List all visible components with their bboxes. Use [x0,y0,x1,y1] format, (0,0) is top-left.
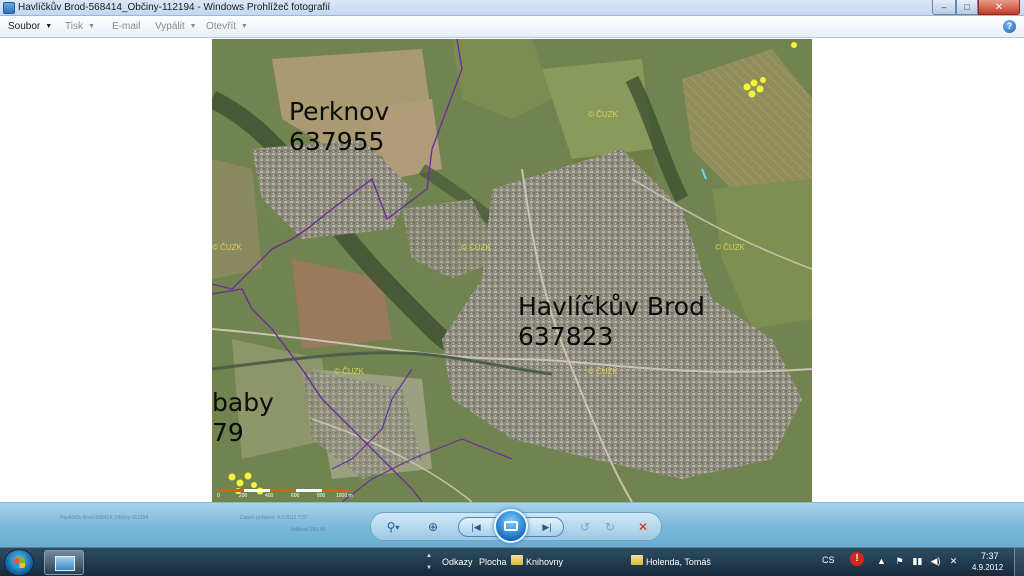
file-size-info: Velikost: 283 kB [290,527,326,533]
action-center-icon[interactable]: ⚑ [894,556,905,567]
clock-date[interactable]: 4.9.2012 [972,563,1003,572]
parcel-name: Havlíčkův Brod [518,292,705,321]
alert-icon[interactable]: ! [850,552,864,566]
parcel-code: 79 [212,418,244,447]
previous-icon: |◀ [471,521,481,532]
start-button[interactable] [4,549,34,576]
scale-tick: 0 [217,493,220,499]
chevron-down-icon: ▼ [241,23,248,30]
scale-tick: 200 [239,493,248,499]
toolbar-plocha[interactable]: Plocha [479,557,507,567]
fit-window-icon: ⊕ [427,520,439,534]
previous-button[interactable]: |◀ [467,518,485,536]
help-icon[interactable]: ? [1003,20,1016,33]
language-indicator[interactable]: CS [822,555,835,565]
scale-tick: 800 [317,493,326,499]
delete-icon: ✕ [637,520,649,534]
file-name-info: Havlíčkův Brod-568414_Občiny-112194 [60,515,149,521]
parcel-name: Perknov [289,97,390,126]
window-controls: – □ ✕ [932,0,1020,15]
watermark-cuzk: © ČUZK [588,110,618,119]
scroll-up-icon[interactable]: ▲ [425,550,433,562]
minimize-button[interactable]: – [932,0,956,15]
next-button[interactable]: ▶| [538,518,556,536]
actual-size-button[interactable]: ⊕ [424,518,442,536]
show-desktop-button[interactable] [1014,548,1024,576]
maximize-button[interactable]: □ [956,0,978,15]
chevron-down-icon: ▼ [87,23,95,30]
network-icon[interactable]: ▮▮ [912,556,923,567]
scroll-down-icon[interactable]: ▼ [425,562,433,574]
taskbar: ▲ ▼ Odkazy Plocha Knihovny Holenda, Tomá… [0,547,1024,576]
taskbar-photo-viewer[interactable] [44,550,84,575]
parcel-code: 637823 [518,322,614,351]
scale-tick: 1000 m [336,493,353,499]
toolbar-scroll[interactable]: ▲ ▼ [425,550,433,575]
parcel-name: baby [212,388,274,417]
menu-otevrit-label: Otevřít [206,21,237,32]
menu-soubor[interactable]: Soubor ▼ [8,21,52,32]
zoom-button[interactable]: ⚲ ▾ [384,518,402,536]
toolbar-user[interactable]: Holenda, Tomáš [646,557,711,567]
clock-time[interactable]: 7:37 [981,551,999,561]
parcel-label-havlickuv-brod: Havlíčkův Brod 637823 [518,292,705,352]
watermark-cuzk: © ČUZK [461,243,491,252]
slideshow-button[interactable] [494,509,528,543]
chevron-down-icon: ▼ [45,23,53,30]
folder-icon [511,555,523,565]
aerial-map-image: Perknov 637955 Havlíčkův Brod 637823 bab… [212,39,812,502]
menu-vypalit[interactable]: Vypálit ▼ [155,21,197,32]
title-bar: Havlíčkův Brod-568414_Občiny-112194 - Wi… [0,0,1024,16]
watermark-cuzk: © ČUZK [715,243,745,252]
toolbar-odkazy[interactable]: Odkazy [442,557,473,567]
menu-tisk-label: Tisk [65,21,83,32]
delete-button[interactable]: ✕ [634,518,652,536]
next-icon: ▶| [542,521,552,532]
photo-viewer-app-icon [3,2,15,14]
menu-tisk[interactable]: Tisk ▼ [65,21,95,32]
rotate-right-button[interactable]: ↻ [601,518,619,536]
slideshow-icon [504,521,518,531]
window-title: Havlíčkův Brod-568414_Občiny-112194 - Wi… [18,2,331,13]
parcel-label-perknov: Perknov 637955 [289,97,389,157]
signal-icon[interactable]: ◀) [930,556,941,567]
photo-viewer-window: Havlíčkův Brod-568414_Občiny-112194 - Wi… [0,0,1024,576]
parcel-label-partial: baby 79 [212,388,274,448]
scale-tick: 400 [265,493,274,499]
toolbar-knihovny[interactable]: Knihovny [526,557,563,567]
show-hidden-icons-icon[interactable]: ▲ [876,556,887,567]
menu-otevrit[interactable]: Otevřít ▼ [206,21,248,32]
chevron-down-icon: ▼ [189,23,197,30]
watermark-cuzk: © ČUZK [212,243,242,252]
watermark-cuzk: © ČUZK [334,367,364,376]
watermark-cuzk: © ČUZK [588,367,618,376]
rotate-left-button[interactable]: ↺ [576,518,594,536]
file-date-info: Datum pořízení: 4.9.2012 7:37 [240,515,308,521]
chevron-down-icon: ▾ [395,522,400,532]
volume-muted-icon[interactable]: ✕ [948,556,959,567]
menu-email-label: E-mail [112,21,141,32]
menu-email[interactable]: E-mail [112,21,140,32]
magnifier-icon: ⚲ [386,520,396,534]
user-folder-icon [631,555,643,565]
scale-tick: 600 [291,493,300,499]
close-button[interactable]: ✕ [978,0,1020,15]
rotate-cw-icon: ↻ [604,520,616,534]
rotate-ccw-icon: ↺ [579,520,591,534]
menu-vypalit-label: Vypálit [155,21,185,32]
menu-soubor-label: Soubor [8,21,41,32]
menu-bar: Soubor ▼ Tisk ▼ E-mail Vypálit ▼ Otevřít ▼ ? [0,17,1024,38]
parcel-code: 637955 [289,127,385,156]
